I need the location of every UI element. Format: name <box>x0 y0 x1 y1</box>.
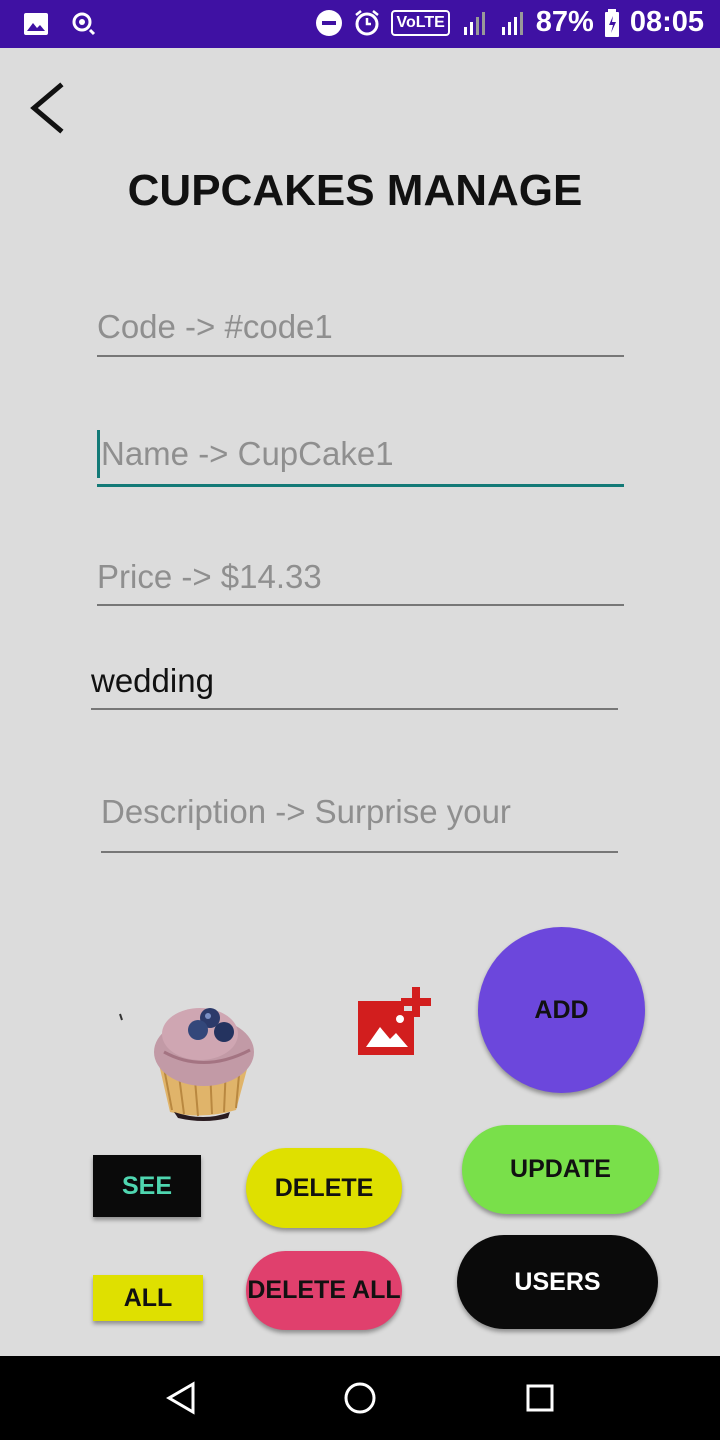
update-button[interactable]: UPDATE <box>462 1125 659 1214</box>
navigation-bar <box>0 1356 720 1440</box>
price-input[interactable]: Price -> $14.33 <box>97 558 624 606</box>
category-value: wedding <box>91 662 214 699</box>
image-icon <box>24 13 48 35</box>
description-placeholder: Description -> Surprise your <box>101 793 511 830</box>
code-placeholder: Code -> #code1 <box>97 308 333 345</box>
see-button[interactable]: SEE <box>93 1155 201 1217</box>
text-caret <box>97 430 100 478</box>
category-input[interactable]: wedding <box>91 662 618 710</box>
nav-back-icon[interactable] <box>163 1380 199 1416</box>
alarm-icon <box>355 9 380 35</box>
description-input[interactable]: Description -> Surprise your <box>101 793 618 853</box>
battery-percent: 87% <box>535 6 594 38</box>
nav-recents-icon[interactable] <box>522 1380 558 1416</box>
battery-icon <box>604 8 619 37</box>
volte-badge: VoLTE <box>391 9 450 36</box>
signal-icon <box>501 11 523 35</box>
status-bar: VoLTE 87% 08:05 <box>0 0 720 48</box>
price-placeholder: Price -> $14.33 <box>97 558 322 595</box>
signal-icon <box>463 11 485 35</box>
users-button[interactable]: USERS <box>457 1235 658 1329</box>
back-arrow-icon[interactable] <box>22 78 72 138</box>
nav-home-icon[interactable] <box>342 1380 378 1416</box>
cupcake-image <box>119 1008 254 1121</box>
delete-button[interactable]: DELETE <box>246 1148 402 1228</box>
delete-all-button[interactable]: DELETE ALL <box>246 1251 402 1330</box>
page-title: CUPCAKES MANAGE <box>127 166 583 215</box>
location-icon <box>72 12 96 36</box>
dnd-icon <box>316 9 343 36</box>
name-input[interactable]: Name -> CupCake1 <box>97 430 624 487</box>
add-button[interactable]: ADD <box>478 927 645 1093</box>
clock: 08:05 <box>629 6 704 38</box>
name-placeholder: Name -> CupCake1 <box>101 435 394 472</box>
all-button[interactable]: ALL <box>93 1275 203 1321</box>
code-input[interactable]: Code -> #code1 <box>97 308 624 357</box>
add-photo-icon[interactable] <box>354 985 436 1059</box>
